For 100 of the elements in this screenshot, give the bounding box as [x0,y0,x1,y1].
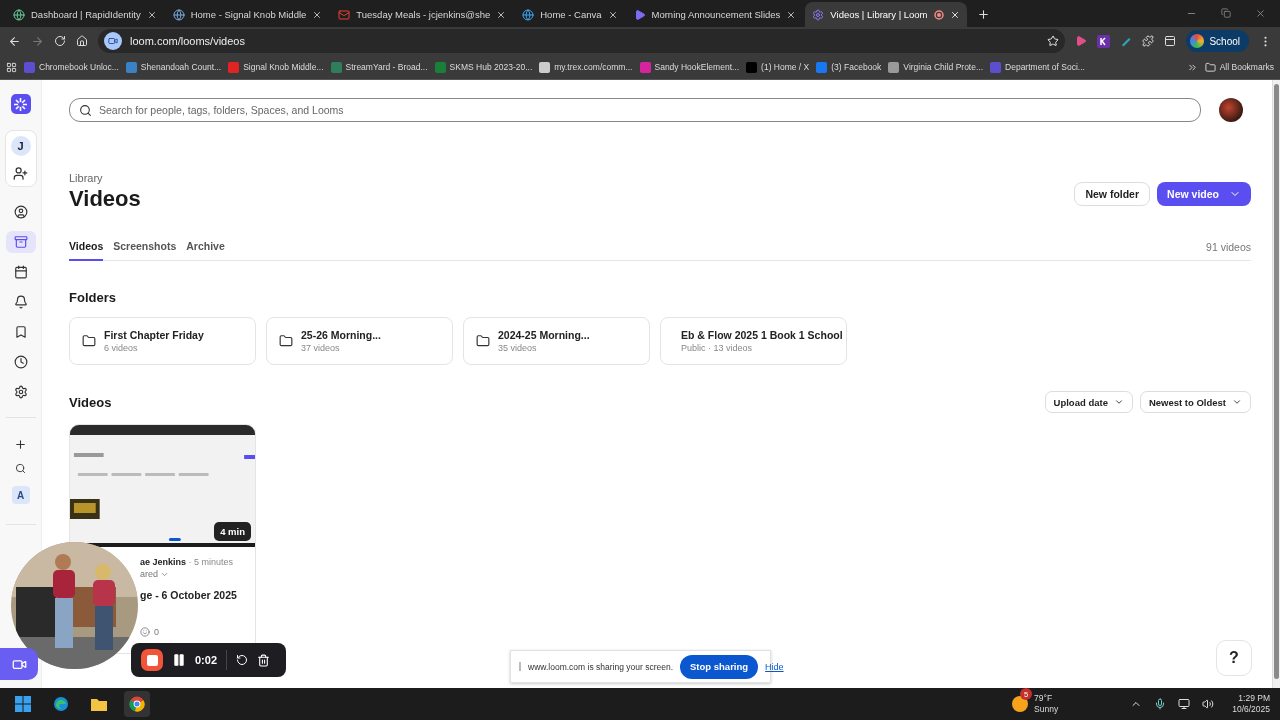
sharing-dropdown[interactable]: ared [140,569,169,579]
folder-card[interactable]: 2024-25 Morning... 35 videos [463,317,650,365]
add-user-icon[interactable] [13,166,28,181]
user-icon [13,205,28,219]
back-icon[interactable] [8,34,21,48]
new-video-button[interactable]: New video [1157,182,1251,206]
search-icon[interactable] [15,463,26,474]
video-title: ge - 6 October 2025 [140,589,237,601]
browser-tab[interactable]: Videos | Library | Loom [805,2,967,27]
folder-card[interactable]: First Chapter Friday 6 videos [69,317,256,365]
bookmark-link[interactable]: Shenandoah Count... [125,61,222,73]
bookmark-link[interactable]: (3) Facebook [816,61,882,73]
bookmark-link[interactable]: All Bookmarks [1204,61,1274,73]
bookmark-link[interactable]: Virginia Child Prote... [888,61,984,73]
monitor-icon[interactable] [1178,698,1191,710]
page-title: Videos [69,186,141,212]
apps-icon[interactable] [6,61,17,73]
hide-link[interactable]: Hide [765,661,784,672]
logo-button[interactable] [10,94,31,114]
browser-tab[interactable]: Home - Signal Knob Middle [165,2,330,27]
help-button[interactable]: ? [1216,640,1252,676]
close-icon[interactable] [607,9,618,20]
close-icon[interactable] [786,9,797,20]
camera-button[interactable] [0,648,38,680]
search-field[interactable]: Search for people, tags, folders, Spaces, and Looms [69,98,1201,122]
new-folder-button[interactable]: New folder [1074,182,1151,206]
folder-card[interactable]: Eb & Flow 2025 1 Book 1 School Public · 13 videos [660,317,847,365]
speaker-icon[interactable] [1202,698,1215,710]
bookmark-link[interactable]: SKMS Hub 2023-20... [434,61,533,73]
search-icon [79,104,92,117]
bookmark-link[interactable]: my.trex.com/comm... [539,61,633,73]
drag-handle-icon[interactable] [519,662,521,671]
reaction-count[interactable]: 0 [140,627,159,637]
close-icon[interactable] [496,9,507,20]
trash-icon[interactable] [257,653,271,667]
share-message: www.loom.com is sharing your screen. [528,661,674,672]
sort-dropdown[interactable]: Upload date [1044,391,1133,413]
folder-card[interactable]: 25-26 Morning... 37 videos [266,317,453,365]
scrollbar[interactable] [1274,84,1279,679]
clock-icon [13,355,28,369]
camera-icon [108,36,118,46]
sidebar-item[interactable] [5,231,36,253]
user-avatar[interactable] [1219,98,1243,122]
video-count: 91 videos [1206,240,1251,253]
gear-icon [812,8,825,21]
workspace-avatar[interactable]: J [10,136,31,156]
restart-icon[interactable] [236,654,249,666]
folder-icon [82,334,96,348]
bookmark-link[interactable]: StreamYard - Broad... [330,61,428,73]
forward-icon[interactable] [31,34,44,48]
close-icon[interactable] [1255,8,1266,19]
tab-search-icon[interactable] [1164,35,1177,47]
pause-icon[interactable] [172,653,186,667]
close-icon[interactable] [312,9,323,20]
folder-icon [476,334,490,348]
play-icon[interactable] [1075,35,1088,47]
folder-icon [279,334,293,348]
library-tab[interactable]: Videos [69,233,104,261]
k-logo-icon[interactable] [1097,34,1111,48]
square-icon [746,61,758,73]
stop-sharing-button[interactable]: Stop sharing [680,654,759,679]
close-icon[interactable] [949,9,960,20]
star-icon[interactable] [1047,35,1060,47]
new-tab-icon[interactable] [976,8,990,21]
browser-tab[interactable]: Dashboard | RapidIdentity [6,2,164,27]
windows-logo-icon [15,696,31,712]
bookmark-link[interactable]: Sandy HookElement... [639,61,740,73]
stop-recording-button[interactable] [141,649,163,671]
clock-date[interactable]: 10/6/2025 [1232,704,1270,715]
settings-icon [13,385,28,399]
library-tab[interactable]: Screenshots [113,233,177,261]
close-icon[interactable] [146,9,157,20]
profile-button[interactable]: School [1186,30,1249,52]
home-icon[interactable] [76,35,88,47]
address-bar[interactable]: loom.com/looms/videos [98,29,1066,53]
extensions-icon[interactable] [1142,35,1155,47]
plus-icon[interactable] [14,438,27,451]
reload-icon[interactable] [54,35,66,47]
video-author: ae Jenkins · 5 minutes [140,557,234,567]
bookmark-link[interactable]: Signal Knob Middle... [228,61,324,73]
sort-dropdown[interactable]: Newest to Oldest [1139,391,1251,413]
sun-icon[interactable] [1012,696,1029,712]
globe-icon [13,8,25,21]
bookmark-link[interactable]: Department of Soci... [990,61,1085,73]
microphone-icon[interactable] [1154,698,1167,710]
swirl-icon [53,696,69,712]
folder-icon [91,697,107,711]
restore-icon[interactable] [1221,8,1231,18]
folder-icon [1204,61,1216,73]
browser-tab[interactable]: Morning Announcement Slides [626,2,804,27]
bookmark-link[interactable]: Chromebook Unloc... [24,61,119,73]
space-avatar[interactable]: A [11,486,30,504]
library-tab[interactable]: Archive [186,233,225,261]
play-icon [633,8,646,21]
chrome-button[interactable] [124,691,150,717]
browser-tab[interactable]: Tuesday Meals - jcjenkins@she [331,2,514,27]
bookmark-link[interactable]: (1) Home / X [746,61,810,73]
clock-time[interactable]: 1:29 PM [1232,693,1270,704]
browser-tab[interactable]: Home - Canva [515,2,625,27]
temperature: 79°F [1034,693,1054,704]
